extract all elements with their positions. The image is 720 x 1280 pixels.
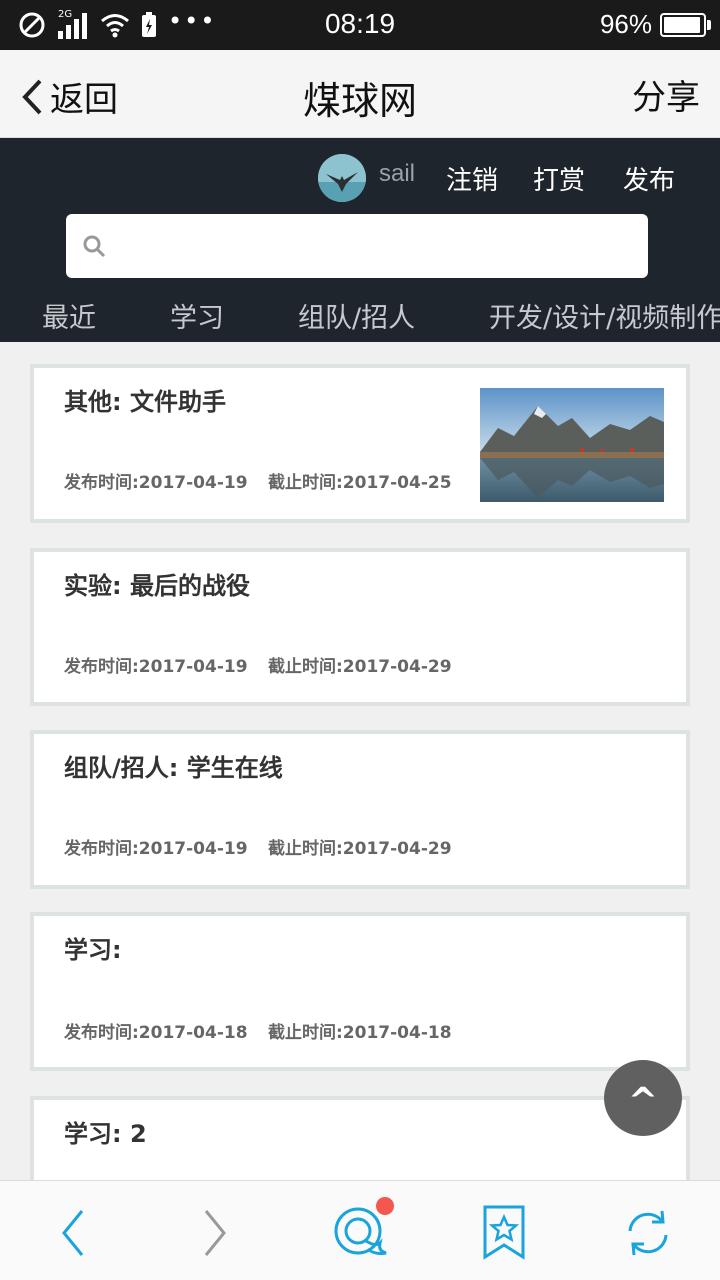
post-deadline: 截止时间:2017-04-29 <box>268 657 452 677</box>
post-deadline: 截止时间:2017-04-18 <box>268 1023 452 1043</box>
chevron-left-icon <box>62 1210 84 1256</box>
post-deadline: 截止时间:2017-04-29 <box>268 839 452 859</box>
site-header: sail 注销 打赏 发布 最近 学习 组队/招人 开发/设计/视频制作 <box>0 138 720 342</box>
post-title: 其他: 文件助手 <box>64 388 226 416</box>
tab-study[interactable]: 学习 <box>170 296 224 335</box>
battery-icon <box>660 13 706 37</box>
search-input[interactable] <box>118 214 638 278</box>
publish-link[interactable]: 发布 <box>623 160 675 197</box>
category-tabs: 最近 学习 组队/招人 开发/设计/视频制作 <box>0 296 720 336</box>
post-published: 发布时间:2017-04-19 <box>64 839 248 859</box>
post-card[interactable]: 其他: 文件助手 发布时间:2017-04-19 截止时间:2017-04-25 <box>30 364 690 523</box>
post-card[interactable]: 学习: 发布时间:2017-04-18 截止时间:2017-04-18 <box>30 912 690 1071</box>
post-title: 实验: 最后的战役 <box>64 572 250 600</box>
post-card[interactable]: 组队/招人: 学生在线 发布时间:2017-04-19 截止时间:2017-04… <box>30 730 690 889</box>
tip-link[interactable]: 打赏 <box>533 160 585 197</box>
post-title: 学习: <box>64 936 122 964</box>
browser-back-button[interactable] <box>44 1203 104 1263</box>
refresh-button[interactable] <box>618 1203 678 1263</box>
logout-link[interactable]: 注销 <box>446 160 498 197</box>
browser-forward-button[interactable] <box>186 1203 246 1263</box>
post-title: 组队/招人: 学生在线 <box>64 754 283 782</box>
post-deadline: 截止时间:2017-04-25 <box>268 473 452 493</box>
search-icon <box>83 235 106 258</box>
tab-team[interactable]: 组队/招人 <box>298 296 415 335</box>
battery-cap <box>707 20 711 30</box>
nav-bar: 返回 煤球网 分享 <box>0 50 720 138</box>
browser-toolbar <box>0 1180 720 1280</box>
tab-dev-design-video[interactable]: 开发/设计/视频制作 <box>489 296 720 335</box>
post-thumbnail <box>480 388 664 502</box>
chevron-right-icon <box>204 1210 226 1256</box>
tab-recent[interactable]: 最近 <box>42 296 96 335</box>
bookmark-button[interactable] <box>474 1203 534 1263</box>
post-card[interactable]: 实验: 最后的战役 发布时间:2017-04-19 截止时间:2017-04-2… <box>30 548 690 706</box>
bookmark-star-icon <box>483 1205 525 1260</box>
post-published: 发布时间:2017-04-19 <box>64 473 248 493</box>
user-name[interactable]: sail <box>379 160 415 188</box>
battery-percent: 96% <box>599 9 652 39</box>
refresh-icon <box>628 1210 668 1256</box>
back-to-top-button[interactable]: ^ <box>604 1060 682 1136</box>
search-box[interactable] <box>66 214 648 278</box>
status-bar: ••• 2G 08:19 96% <box>0 0 720 50</box>
notification-dot <box>376 1197 394 1215</box>
avatar[interactable] <box>318 154 366 202</box>
post-title: 学习: 2 <box>64 1120 147 1148</box>
share-button[interactable]: 分享 <box>632 70 700 119</box>
page-title: 煤球网 <box>302 79 417 123</box>
post-published: 发布时间:2017-04-18 <box>64 1023 248 1043</box>
post-published: 发布时间:2017-04-19 <box>64 657 248 677</box>
